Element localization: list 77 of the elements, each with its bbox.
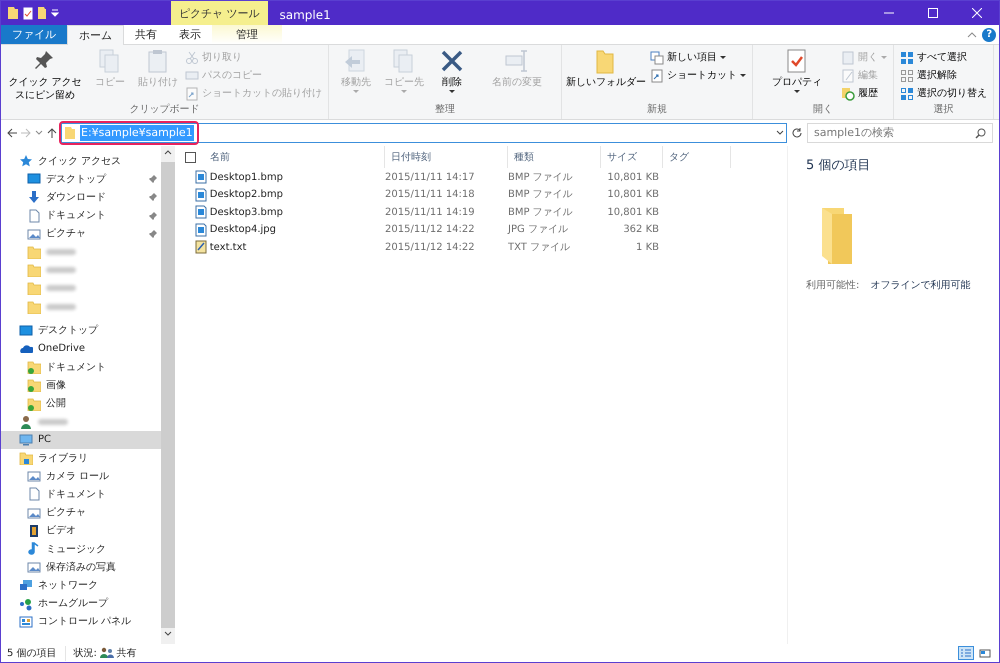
file-name[interactable]: Desktop3.bmp bbox=[210, 204, 283, 220]
ribbon-tab[interactable]: ファイル bbox=[1, 25, 67, 44]
table-cell-text: 2015/11/12 14:22 bbox=[385, 223, 476, 238]
table-cell-text: 362 KB bbox=[622, 223, 659, 238]
sidebar-item[interactable]: ダウンロード bbox=[1, 188, 161, 207]
ribbon-button[interactable]: 選択解除 bbox=[898, 67, 989, 84]
table-cell-text: JPG ファイル bbox=[508, 223, 569, 238]
details-label: 利用可能性: bbox=[806, 278, 860, 292]
help-button[interactable]: ? bbox=[982, 28, 996, 42]
table-cell-text: BMP ファイル bbox=[508, 170, 574, 185]
column-header[interactable]: 名前 bbox=[204, 146, 385, 168]
ribbon-button[interactable]: プロパティ bbox=[757, 48, 837, 102]
ribbon-tab[interactable]: 共有 bbox=[124, 25, 168, 44]
window-title: sample1 bbox=[278, 7, 332, 24]
group-label: 整理 bbox=[434, 103, 456, 117]
column-header[interactable]: サイズ bbox=[601, 146, 663, 168]
sidebar-item[interactable]: ホームグループ bbox=[1, 594, 161, 613]
status-value: 共有 bbox=[116, 646, 136, 660]
details-value: オフラインで利用可能 bbox=[870, 278, 970, 292]
sidebar-item[interactable]: ピクチャ bbox=[1, 224, 161, 243]
group-label: クリップボード bbox=[128, 102, 200, 117]
ribbon-button[interactable]: ショートカット bbox=[648, 67, 748, 84]
sidebar-item[interactable]: コントロール パネル bbox=[1, 612, 161, 631]
ribbon-button[interactable]: クイック アクセスにピン留め bbox=[5, 48, 85, 102]
sidebar-item[interactable]: ライブラリ bbox=[1, 449, 161, 468]
table-cell-text: 2015/11/11 14:17 bbox=[385, 170, 476, 185]
sidebar-item[interactable]: ピクチャ bbox=[1, 504, 161, 522]
file-name[interactable]: Desktop2.bmp bbox=[210, 187, 283, 202]
sidebar-item[interactable]: 画像 bbox=[1, 376, 161, 394]
table-cell-text: 2015/11/11 14:19 bbox=[385, 206, 476, 220]
file-name[interactable]: Desktop1.bmp bbox=[210, 170, 283, 185]
group-label: 選択 bbox=[932, 103, 954, 117]
sidebar-item[interactable]: クイック アクセス bbox=[1, 152, 161, 170]
ribbon-tab[interactable]: 表示 bbox=[168, 25, 212, 44]
sidebar-item[interactable]: ドキュメント bbox=[1, 206, 161, 225]
sidebar-item[interactable]: デスクトップ bbox=[1, 322, 161, 340]
sidebar-item[interactable]: ビデオ bbox=[1, 522, 161, 540]
sidebar-item[interactable]: OneDrive bbox=[1, 340, 161, 358]
item-count: 5 個の項目 bbox=[7, 646, 57, 660]
ribbon-button[interactable]: すべて選択 bbox=[898, 49, 989, 66]
table-cell-text: 1 KB bbox=[635, 240, 659, 255]
sidebar-item[interactable]: デスクトップ bbox=[1, 170, 161, 188]
ribbon-button[interactable]: 削除 bbox=[429, 48, 475, 102]
sidebar-item[interactable]: PC bbox=[1, 430, 161, 449]
context-tab-label: ピクチャ ツール bbox=[171, 1, 268, 25]
sidebar-item[interactable]: ミュージック bbox=[1, 540, 161, 558]
column-header[interactable]: 種類 bbox=[508, 146, 601, 168]
ribbon-button[interactable]: 新しいフォルダー bbox=[566, 48, 646, 102]
group-label: 開く bbox=[812, 103, 834, 117]
sidebar-item[interactable]: ネットワーク bbox=[1, 576, 161, 594]
sidebar-item[interactable]: 保存済みの写真 bbox=[1, 558, 161, 576]
ribbon-button[interactable]: 選択の切り替え bbox=[898, 85, 989, 102]
column-header[interactable]: タグ bbox=[663, 146, 731, 168]
sidebar-item[interactable]: ドキュメント bbox=[1, 358, 161, 376]
ribbon-button[interactable]: 新しい項目 bbox=[648, 49, 748, 66]
table-cell-text: 2015/11/12 14:22 bbox=[385, 240, 476, 255]
ribbon-tab[interactable]: 管理 bbox=[212, 25, 282, 44]
search-field[interactable]: sample1の検索 bbox=[807, 123, 993, 143]
sidebar-item[interactable]: カメラ ロール bbox=[1, 467, 161, 486]
file-name[interactable]: Desktop4.jpg bbox=[210, 222, 276, 238]
ribbon-tab[interactable]: ホーム bbox=[67, 25, 124, 45]
address-path: E:¥sample¥sample1 bbox=[80, 124, 194, 142]
table-cell-text: 10,801 KB bbox=[606, 206, 659, 220]
sidebar-item[interactable]: 公開 bbox=[1, 394, 161, 413]
table-cell-text: BMP ファイル bbox=[508, 188, 574, 202]
table-cell-text: TXT ファイル bbox=[508, 240, 572, 255]
sidebar-item[interactable]: ドキュメント bbox=[1, 485, 161, 504]
table-cell-text: 2015/11/11 14:18 bbox=[385, 188, 476, 202]
ribbon-button[interactable]: 履歴 bbox=[839, 85, 889, 102]
details-title: 5 個の項目 bbox=[806, 157, 872, 175]
status-label: 状況: bbox=[74, 646, 97, 660]
table-cell-text: BMP ファイル bbox=[508, 206, 574, 220]
table-cell-text: 10,801 KB bbox=[606, 170, 659, 185]
column-header[interactable]: 日付時刻 bbox=[385, 146, 508, 168]
group-label: 新規 bbox=[646, 102, 668, 117]
file-name[interactable]: text.txt bbox=[210, 240, 246, 255]
table-cell-text: 10,801 KB bbox=[606, 188, 659, 202]
